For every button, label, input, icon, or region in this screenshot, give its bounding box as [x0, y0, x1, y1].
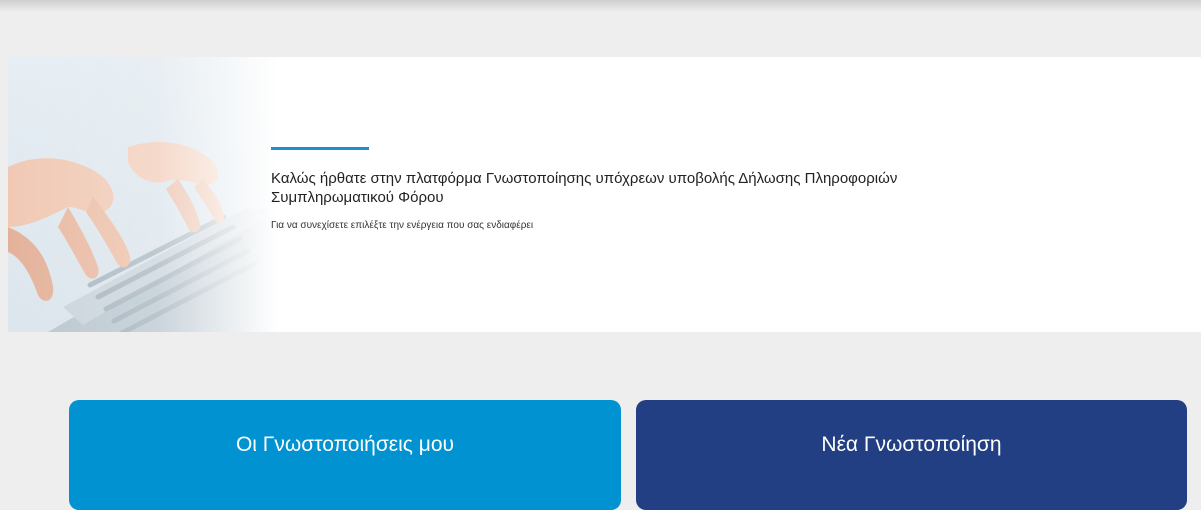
- welcome-banner: Καλώς ήρθατε στην πλατφόρμα Γνωστοποίηση…: [8, 57, 1201, 332]
- hero-keyboard-image: [8, 57, 278, 332]
- welcome-subtitle: Για να συνεχίσετε επιλέξτε την ενέργεια …: [271, 220, 534, 231]
- my-notifications-button[interactable]: Οι Γνωστοποιήσεις μου: [69, 400, 621, 510]
- title-accent-line: [271, 147, 369, 150]
- header-shadow: [0, 0, 1201, 12]
- new-notification-button[interactable]: Νέα Γνωστοποίηση: [636, 400, 1187, 510]
- welcome-title: Καλώς ήρθατε στην πλατφόρμα Γνωστοποίηση…: [271, 170, 898, 206]
